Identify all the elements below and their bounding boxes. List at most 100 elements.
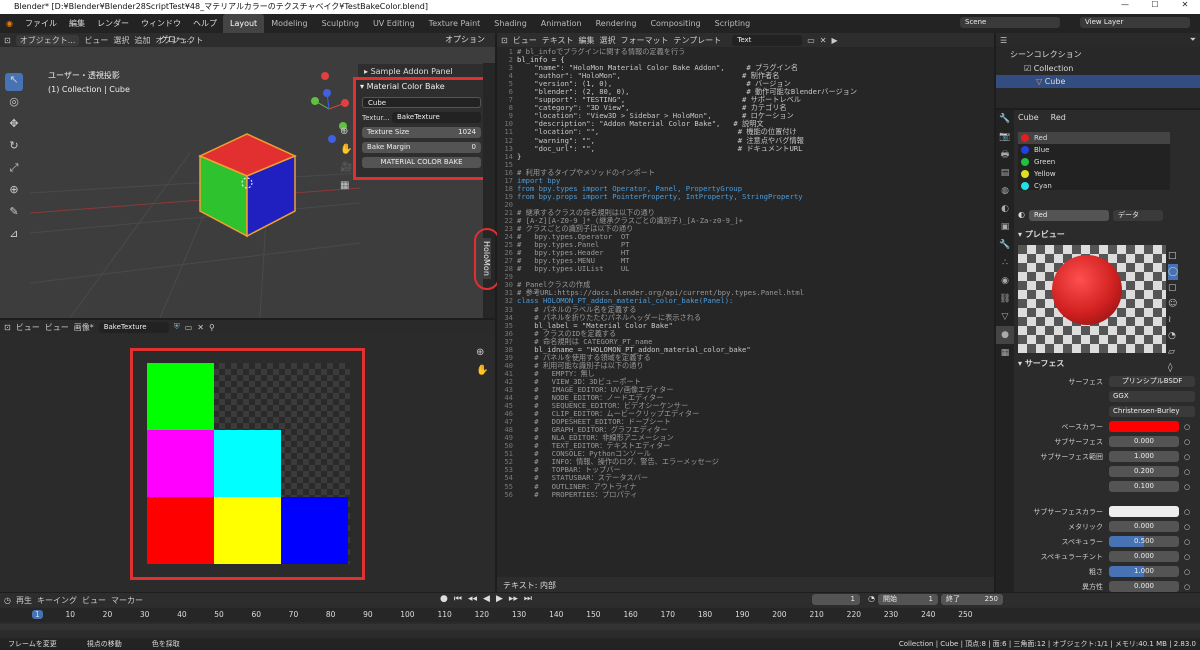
preview-flat-icon[interactable]: □	[1168, 248, 1178, 264]
code-area[interactable]: 1 # bl_infoでプラグインに関する情報の定義を行う 2 bl_info = {…	[497, 48, 977, 576]
bsdf-input-value[interactable]: 0.000	[1109, 436, 1179, 447]
text-templates-menu[interactable]: テンプレート	[673, 35, 721, 46]
marker-menu[interactable]: マーカー	[111, 595, 143, 606]
material-sphere-icon[interactable]: ◐	[1018, 210, 1025, 221]
text-view-menu[interactable]: ビュー	[513, 35, 537, 46]
physics-tab-icon[interactable]: ◉	[996, 272, 1014, 290]
play-icon[interactable]: ▶	[496, 594, 503, 604]
current-frame-field[interactable]: 1	[812, 594, 860, 605]
preview-shader-ball-icon[interactable]: ◔	[1168, 328, 1178, 344]
frame-ruler[interactable]: 1 10 20 30 40 50 60 70 80 90 100 110 120 130 140 150 160…	[0, 608, 1200, 622]
timeline[interactable]: ◷ 再生 キーイング ビュー マーカー ● ⏮ ◂◂ ◀ ▶ ▸▸ ⏭ 1 ◔ 開始 1 終了…	[0, 593, 1200, 638]
mode-dropdown[interactable]: オブジェクト...	[15, 34, 80, 46]
input-socket-icon[interactable]: ○	[1184, 508, 1190, 516]
tab-uv-editing[interactable]: UV Editing	[366, 14, 422, 33]
zoom-icon[interactable]: ⊕	[340, 123, 352, 141]
outliner-type-icon[interactable]: ☰	[1000, 36, 1007, 45]
view-menu[interactable]: ビュー	[84, 35, 108, 46]
bsdf-input-value[interactable]: 0.100	[1109, 481, 1179, 492]
input-socket-icon[interactable]: ○	[1184, 453, 1190, 461]
menu-file[interactable]: ファイル	[19, 14, 63, 33]
properties-editor[interactable]: 🔧 📷 🖶 ▤ ◍ ◐ ▣ 🔧 ∴ ◉ ⛓ ▽ ● ▦ Cube Red Red Blue Green Yell…	[996, 110, 1200, 637]
view-layer-tab-icon[interactable]: ▤	[996, 164, 1014, 182]
keying-menu[interactable]: キーイング	[37, 595, 77, 606]
holomon-sidebar-tab[interactable]: HoloMon	[482, 238, 491, 279]
input-socket-icon[interactable]: ○	[1184, 583, 1190, 591]
image-view-dropdown[interactable]: ビュー	[16, 322, 40, 333]
blender-logo-icon[interactable]: ◉	[0, 14, 19, 33]
code-line[interactable]: 56 # PROPERTIES：プロパティ	[497, 490, 977, 499]
camera-icon[interactable]: 🎥	[340, 159, 352, 177]
text-menu[interactable]: テキスト	[542, 35, 574, 46]
view-layer-selector[interactable]: View Layer	[1080, 17, 1190, 28]
tab-compositing[interactable]: Compositing	[643, 14, 707, 33]
scene-selector[interactable]: Scene	[960, 17, 1060, 28]
measure-tool-icon[interactable]: ⊿	[5, 227, 23, 245]
add-menu[interactable]: 追加	[134, 35, 150, 46]
bake-margin-field[interactable]: Bake Margin 0	[362, 142, 481, 153]
text-select-menu[interactable]: 選択	[599, 35, 615, 46]
menu-help[interactable]: ヘルプ	[187, 14, 223, 33]
cube-object[interactable]	[195, 131, 301, 241]
preview-section-header[interactable]: ▾ プレビュー	[1018, 229, 1065, 240]
surface-section-header[interactable]: ▾ サーフェス	[1018, 358, 1064, 369]
editor-type-icon[interactable]: ⊡	[4, 323, 11, 332]
object-tab-icon[interactable]: ▣	[996, 218, 1014, 236]
input-socket-icon[interactable]: ○	[1184, 483, 1190, 491]
outliner-cube[interactable]: ▽ Cube	[996, 75, 1200, 88]
pin-icon[interactable]: ⚲	[209, 323, 215, 332]
timeline-view-menu[interactable]: ビュー	[82, 595, 106, 606]
maximize-button[interactable]: ☐	[1140, 0, 1170, 14]
scale-tool-icon[interactable]: ⤢	[5, 161, 23, 179]
bsdf-input-value[interactable]: 0.000	[1109, 521, 1179, 532]
tab-layout[interactable]: Layout	[222, 14, 265, 33]
tab-sculpting[interactable]: Sculpting	[315, 14, 366, 33]
end-frame-field[interactable]: 終了 250	[940, 594, 1003, 605]
select-tool-icon[interactable]: ↖	[5, 73, 23, 91]
image-editor[interactable]: ⊡ ビュー ビュー 画像* BakeTexture ⛨ ▭ ✕ ⚲ ⊕ ✋	[0, 320, 495, 592]
material-tab-icon[interactable]: ●	[996, 326, 1014, 344]
code-line[interactable]: 1 # bl_infoでプラグインに関する情報の定義を行う	[497, 48, 977, 56]
viewport-3d[interactable]: ⊡ オブジェクト... ビュー 選択 追加 オブジェクト グロー... オプショ…	[0, 33, 500, 318]
input-socket-icon[interactable]: ○	[1184, 538, 1190, 546]
material-slot[interactable]: Yellow	[1018, 168, 1170, 180]
surface-shader-dropdown[interactable]: プリンシプルBSDF	[1109, 376, 1195, 387]
play-reverse-icon[interactable]: ◀	[483, 594, 490, 604]
bsdf-input-value[interactable]	[1109, 506, 1179, 517]
preview-sphere-icon[interactable]: ◯	[1168, 264, 1179, 280]
render-tab-icon[interactable]: 📷	[996, 128, 1014, 146]
material-link-dropdown[interactable]: データ	[1112, 210, 1163, 221]
minimize-button[interactable]: —	[1110, 0, 1140, 14]
outliner-scene-collection[interactable]: シーンコレクション	[996, 47, 1200, 62]
global-dropdown[interactable]: グロー...	[160, 33, 192, 47]
material-slot[interactable]: Red	[1018, 132, 1170, 144]
text-edit-menu[interactable]: 編集	[578, 35, 594, 46]
tab-shading[interactable]: Shading	[487, 14, 534, 33]
outliner-collection[interactable]: ☑ Collection	[996, 62, 1200, 75]
code-line[interactable]: 19 from bpy.props import PointerProperty,…	[497, 192, 977, 201]
record-icon[interactable]: ●	[440, 594, 448, 604]
input-socket-icon[interactable]: ○	[1184, 523, 1190, 531]
constraints-tab-icon[interactable]: ⛓	[996, 290, 1014, 308]
move-tool-icon[interactable]: ✥	[5, 117, 23, 135]
grid-view-icon[interactable]: ▦	[340, 177, 352, 195]
close-button[interactable]: ✕	[1170, 0, 1200, 14]
material-slots-list[interactable]: Red Blue Green Yellow Cyan	[1018, 132, 1170, 190]
menu-window[interactable]: ウィンドウ	[135, 14, 187, 33]
material-slot[interactable]: Blue	[1018, 144, 1170, 156]
transform-tool-icon[interactable]: ⊕	[5, 183, 23, 201]
scene-name[interactable]: Scene	[960, 17, 1060, 28]
material-name-field[interactable]: Red	[1028, 210, 1109, 221]
output-tab-icon[interactable]: 🖶	[996, 146, 1014, 164]
bsdf-input-value[interactable]: 0.500	[1109, 536, 1179, 547]
texture-tab-icon[interactable]: ▦	[996, 344, 1014, 362]
outliner[interactable]: ☰ ⏷ シーンコレクション ☑ Collection ▽ Cube	[996, 33, 1200, 108]
object-field[interactable]: Cube	[362, 97, 481, 108]
tab-animation[interactable]: Animation	[534, 14, 589, 33]
bsdf-input-value[interactable]: 0.000	[1109, 551, 1179, 562]
next-key-icon[interactable]: ▸▸	[509, 594, 518, 604]
subsurface-method-dropdown[interactable]: Christensen-Burley	[1109, 406, 1195, 417]
filter-icon[interactable]: ⏷	[1190, 35, 1196, 45]
preview-cloth-icon[interactable]: ▱	[1168, 344, 1178, 360]
shield-icon[interactable]: ⛨	[174, 322, 180, 332]
